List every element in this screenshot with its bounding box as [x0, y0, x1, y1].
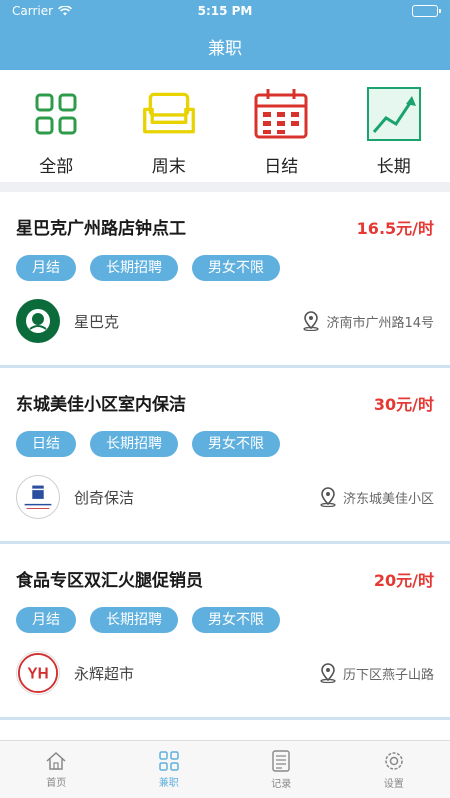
- company-name: 永辉超市: [74, 664, 135, 683]
- category-label: 周末: [151, 157, 186, 177]
- tab-bar: 首页 兼职 记录 设置: [0, 740, 450, 798]
- job-pay: 16.5元/时: [356, 218, 434, 238]
- job-tag: 日结: [16, 431, 76, 457]
- tab-parttime[interactable]: 兼职: [113, 741, 226, 798]
- tab-home[interactable]: 首页: [0, 741, 113, 798]
- category-label: 日结: [264, 157, 299, 177]
- job-title: 星巴克广州路店钟点工: [16, 219, 186, 239]
- chuangqi-logo: [16, 475, 60, 519]
- sofa-icon: [142, 92, 195, 134]
- location-pin-icon: [320, 487, 336, 507]
- job-tag: 男女不限: [192, 255, 280, 281]
- page-title: 兼职: [208, 39, 242, 59]
- category-daily[interactable]: 日结: [236, 86, 326, 177]
- status-time: 5:15 PM: [197, 4, 253, 18]
- tab-records[interactable]: 记录: [225, 741, 338, 798]
- category-long-term[interactable]: 长期: [349, 86, 439, 177]
- company-name: 创奇保洁: [74, 488, 135, 507]
- job-tag: 男女不限: [192, 431, 280, 457]
- location-pin-icon: [303, 311, 320, 331]
- header: Carrier 5:15 PM 兼职: [0, 0, 450, 70]
- category-weekend[interactable]: 周末: [124, 86, 214, 177]
- job-location: 济南市广州路14号: [302, 311, 434, 331]
- home-icon: [46, 751, 66, 770]
- list-icon: [272, 749, 290, 772]
- tab-label: 记录: [271, 778, 292, 790]
- tab-label: 兼职: [158, 777, 179, 789]
- job-card[interactable]: 食品专区双汇火腿促销员 20元/时 月结 长期招聘 男女不限 YH 永辉超市 历…: [0, 544, 450, 720]
- job-card[interactable]: 东城美佳小区室内保洁 30元/时 日结 长期招聘 男女不限 创奇保洁 济东城美佳…: [0, 368, 450, 544]
- job-tag: 月结: [16, 607, 76, 633]
- category-bar: 全部 周末 日结 长期: [0, 70, 450, 182]
- job-tags: 日结 长期招聘 男女不限: [16, 431, 434, 457]
- grid-icon: [35, 93, 77, 135]
- calendar-icon: [254, 89, 308, 139]
- job-title: 东城美佳小区室内保洁: [16, 395, 186, 415]
- job-tag: 长期招聘: [90, 255, 178, 281]
- location-pin-icon: [320, 663, 336, 683]
- job-location: 历下区燕子山路: [319, 663, 434, 683]
- job-pay: 30元/时: [373, 394, 434, 414]
- job-tag: 长期招聘: [90, 431, 178, 457]
- status-bar: Carrier 5:15 PM: [0, 0, 450, 22]
- job-tags: 月结 长期招聘 男女不限: [16, 255, 434, 281]
- location-text: 历下区燕子山路: [342, 667, 434, 683]
- divider: [0, 182, 450, 192]
- yonghui-logo-text: YH: [27, 666, 48, 683]
- job-card[interactable]: 星巴克广州路店钟点工 16.5元/时 月结 长期招聘 男女不限 星巴克 济南市广…: [0, 192, 450, 368]
- battery-icon: [412, 5, 441, 17]
- company-name: 星巴克: [74, 312, 120, 331]
- starbucks-logo: [16, 299, 60, 343]
- tab-settings[interactable]: 设置: [338, 741, 450, 798]
- location-text: 济东城美佳小区: [342, 491, 434, 507]
- job-pay: 20元/时: [373, 570, 434, 590]
- yonghui-logo: YH: [16, 651, 60, 695]
- category-label: 全部: [39, 157, 74, 177]
- job-location: 济东城美佳小区: [319, 487, 434, 507]
- job-tag: 长期招聘: [90, 607, 178, 633]
- tab-label: 设置: [383, 778, 404, 790]
- job-tag: 男女不限: [192, 607, 280, 633]
- job-title: 食品专区双汇火腿促销员: [16, 571, 203, 591]
- job-tag: 月结: [16, 255, 76, 281]
- location-text: 济南市广州路14号: [326, 315, 434, 331]
- category-label: 长期: [376, 157, 411, 177]
- trend-chart-icon: [366, 87, 421, 141]
- job-tags: 月结 长期招聘 男女不限: [16, 607, 434, 633]
- grid-icon: [159, 750, 179, 771]
- category-all[interactable]: 全部: [11, 86, 101, 177]
- gear-icon: [385, 751, 403, 770]
- tab-label: 首页: [46, 777, 67, 789]
